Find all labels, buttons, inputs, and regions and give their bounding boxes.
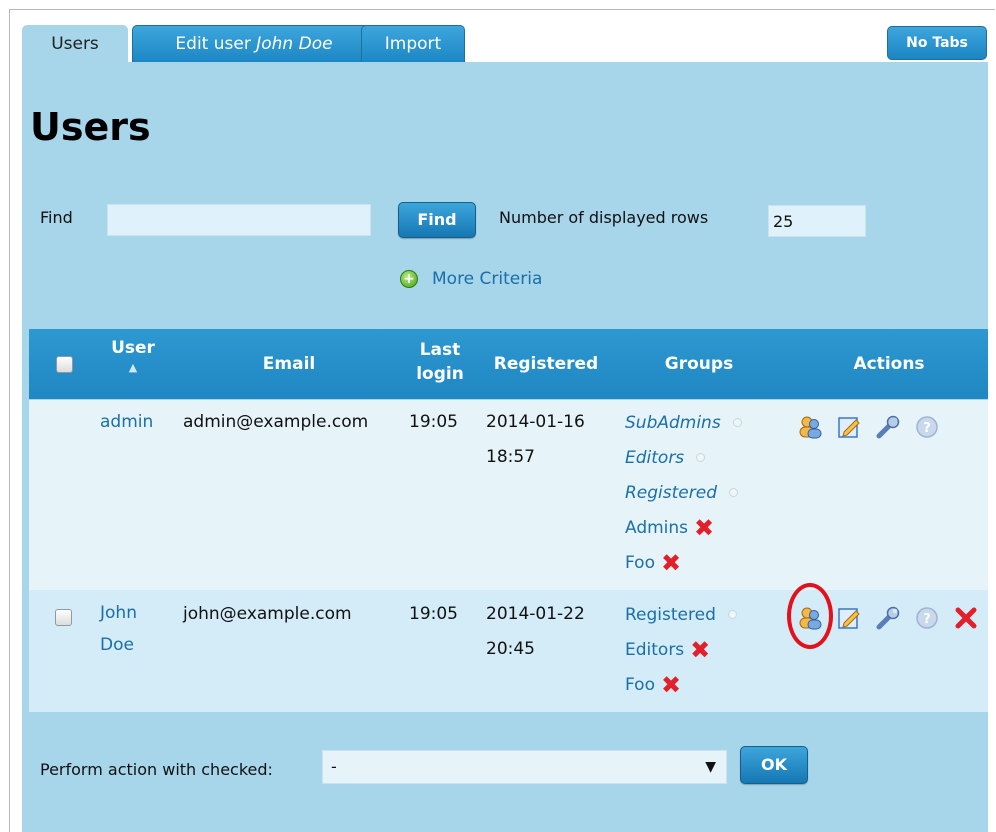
add-group-dot-icon[interactable] [732,418,742,427]
select-all-checkbox[interactable] [56,356,73,373]
bulk-action-select[interactable]: - ▼ [322,750,727,784]
group-link[interactable]: Registered [625,605,716,625]
users-group-icon[interactable] [797,414,823,440]
registered-cell: 2014-01-16 18:57 [486,405,585,475]
column-last-login-line1: Last [419,340,461,360]
rows-input[interactable] [768,205,866,237]
group-item: Registered [625,475,742,510]
find-label: Find [40,208,73,227]
edit-icon[interactable] [836,414,862,440]
user-link[interactable]: admin [100,405,153,440]
last-login-cell: 19:05 [409,412,458,432]
svg-text:?: ? [923,612,931,627]
more-criteria-link[interactable]: + More Criteria [400,269,542,289]
wrench-icon[interactable] [875,605,901,631]
column-last-login[interactable]: Last login [405,338,475,386]
find-input[interactable] [107,204,371,236]
table-header: User ▲ Email Last login Registered Group… [29,329,988,399]
email-cell: john@example.com [183,604,352,624]
ok-button[interactable]: OK [740,746,808,784]
groups-list: Registered Editors ✖ Foo ✖ [625,597,737,702]
plus-circle-icon: + [400,270,418,288]
tab-users[interactable]: Users [22,25,128,65]
column-user[interactable]: User ▲ [101,336,165,376]
add-group-dot-icon[interactable] [729,488,739,497]
more-criteria-label: More Criteria [432,269,543,289]
remove-group-icon[interactable]: ✖ [690,638,710,662]
help-icon[interactable]: ? [914,414,940,440]
column-email[interactable]: Email [244,352,334,376]
table-row: admin admin@example.com 19:05 2014-01-16… [29,400,988,590]
wrench-icon[interactable] [875,414,901,440]
group-item: Editors [625,440,742,475]
dropdown-arrow-icon: ▼ [705,759,716,775]
column-registered[interactable]: Registered [487,352,605,376]
column-groups: Groups [664,354,734,374]
group-item: Foo ✖ [625,545,742,580]
email-cell: admin@example.com [183,412,369,432]
group-link[interactable]: Foo [625,675,655,695]
group-link[interactable]: Registered [625,483,717,503]
last-login-cell: 19:05 [409,604,458,624]
registered-date: 2014-01-16 [486,412,585,432]
highlight-ring [787,583,833,649]
group-link[interactable]: Editors [625,640,684,660]
group-link[interactable]: SubAdmins [625,413,721,433]
group-item: Editors ✖ [625,632,737,667]
registered-time: 18:57 [486,447,535,467]
row-actions: ? [797,414,953,440]
tab-import-label: Import [384,34,442,54]
bulk-action-selected: - [331,757,337,776]
page-title: Users [30,105,151,149]
delete-icon[interactable] [953,605,979,631]
help-icon[interactable]: ? [914,605,940,631]
no-tabs-button[interactable]: No Tabs [887,26,987,60]
find-button[interactable]: Find [398,202,476,238]
user-link[interactable]: John Doe [100,597,137,661]
group-link[interactable]: Admins [625,518,688,538]
column-user-label: User [111,338,155,358]
remove-group-icon[interactable]: ✖ [661,551,681,575]
group-item: Foo ✖ [625,667,737,702]
tab-edit-user[interactable]: Edit user John Doe [132,25,376,63]
add-group-dot-icon[interactable] [696,453,706,462]
group-item: Admins ✖ [625,510,742,545]
user-first-name: John [100,603,137,623]
tab-users-label: Users [51,34,99,54]
add-group-dot-icon[interactable] [727,610,737,619]
tab-import[interactable]: Import [361,25,465,63]
svg-text:?: ? [923,421,931,436]
group-link[interactable]: Foo [625,553,655,573]
registered-cell: 2014-01-22 20:45 [486,597,585,667]
group-item: Registered [625,597,737,632]
bulk-action-label: Perform action with checked: [40,760,273,779]
remove-group-icon[interactable]: ✖ [694,516,714,540]
tab-edit-username: John Doe [256,34,333,54]
tab-edit-prefix: Edit user [175,34,257,54]
registered-time: 20:45 [486,639,535,659]
column-last-login-line2: login [416,364,464,384]
group-link[interactable]: Editors [625,448,684,468]
registered-date: 2014-01-22 [486,604,585,624]
column-actions: Actions [853,354,925,374]
groups-list: SubAdmins Editors Registered Admins ✖ Foo… [625,405,742,580]
remove-group-icon[interactable]: ✖ [661,673,681,697]
rows-label: Number of displayed rows [499,208,709,227]
sort-ascending-icon: ▲ [128,361,138,374]
edit-icon[interactable] [836,605,862,631]
group-item: SubAdmins [625,405,742,440]
row-checkbox[interactable] [55,609,72,626]
table-row: John Doe john@example.com 19:05 2014-01-… [29,590,988,712]
user-last-name: Doe [100,635,134,655]
